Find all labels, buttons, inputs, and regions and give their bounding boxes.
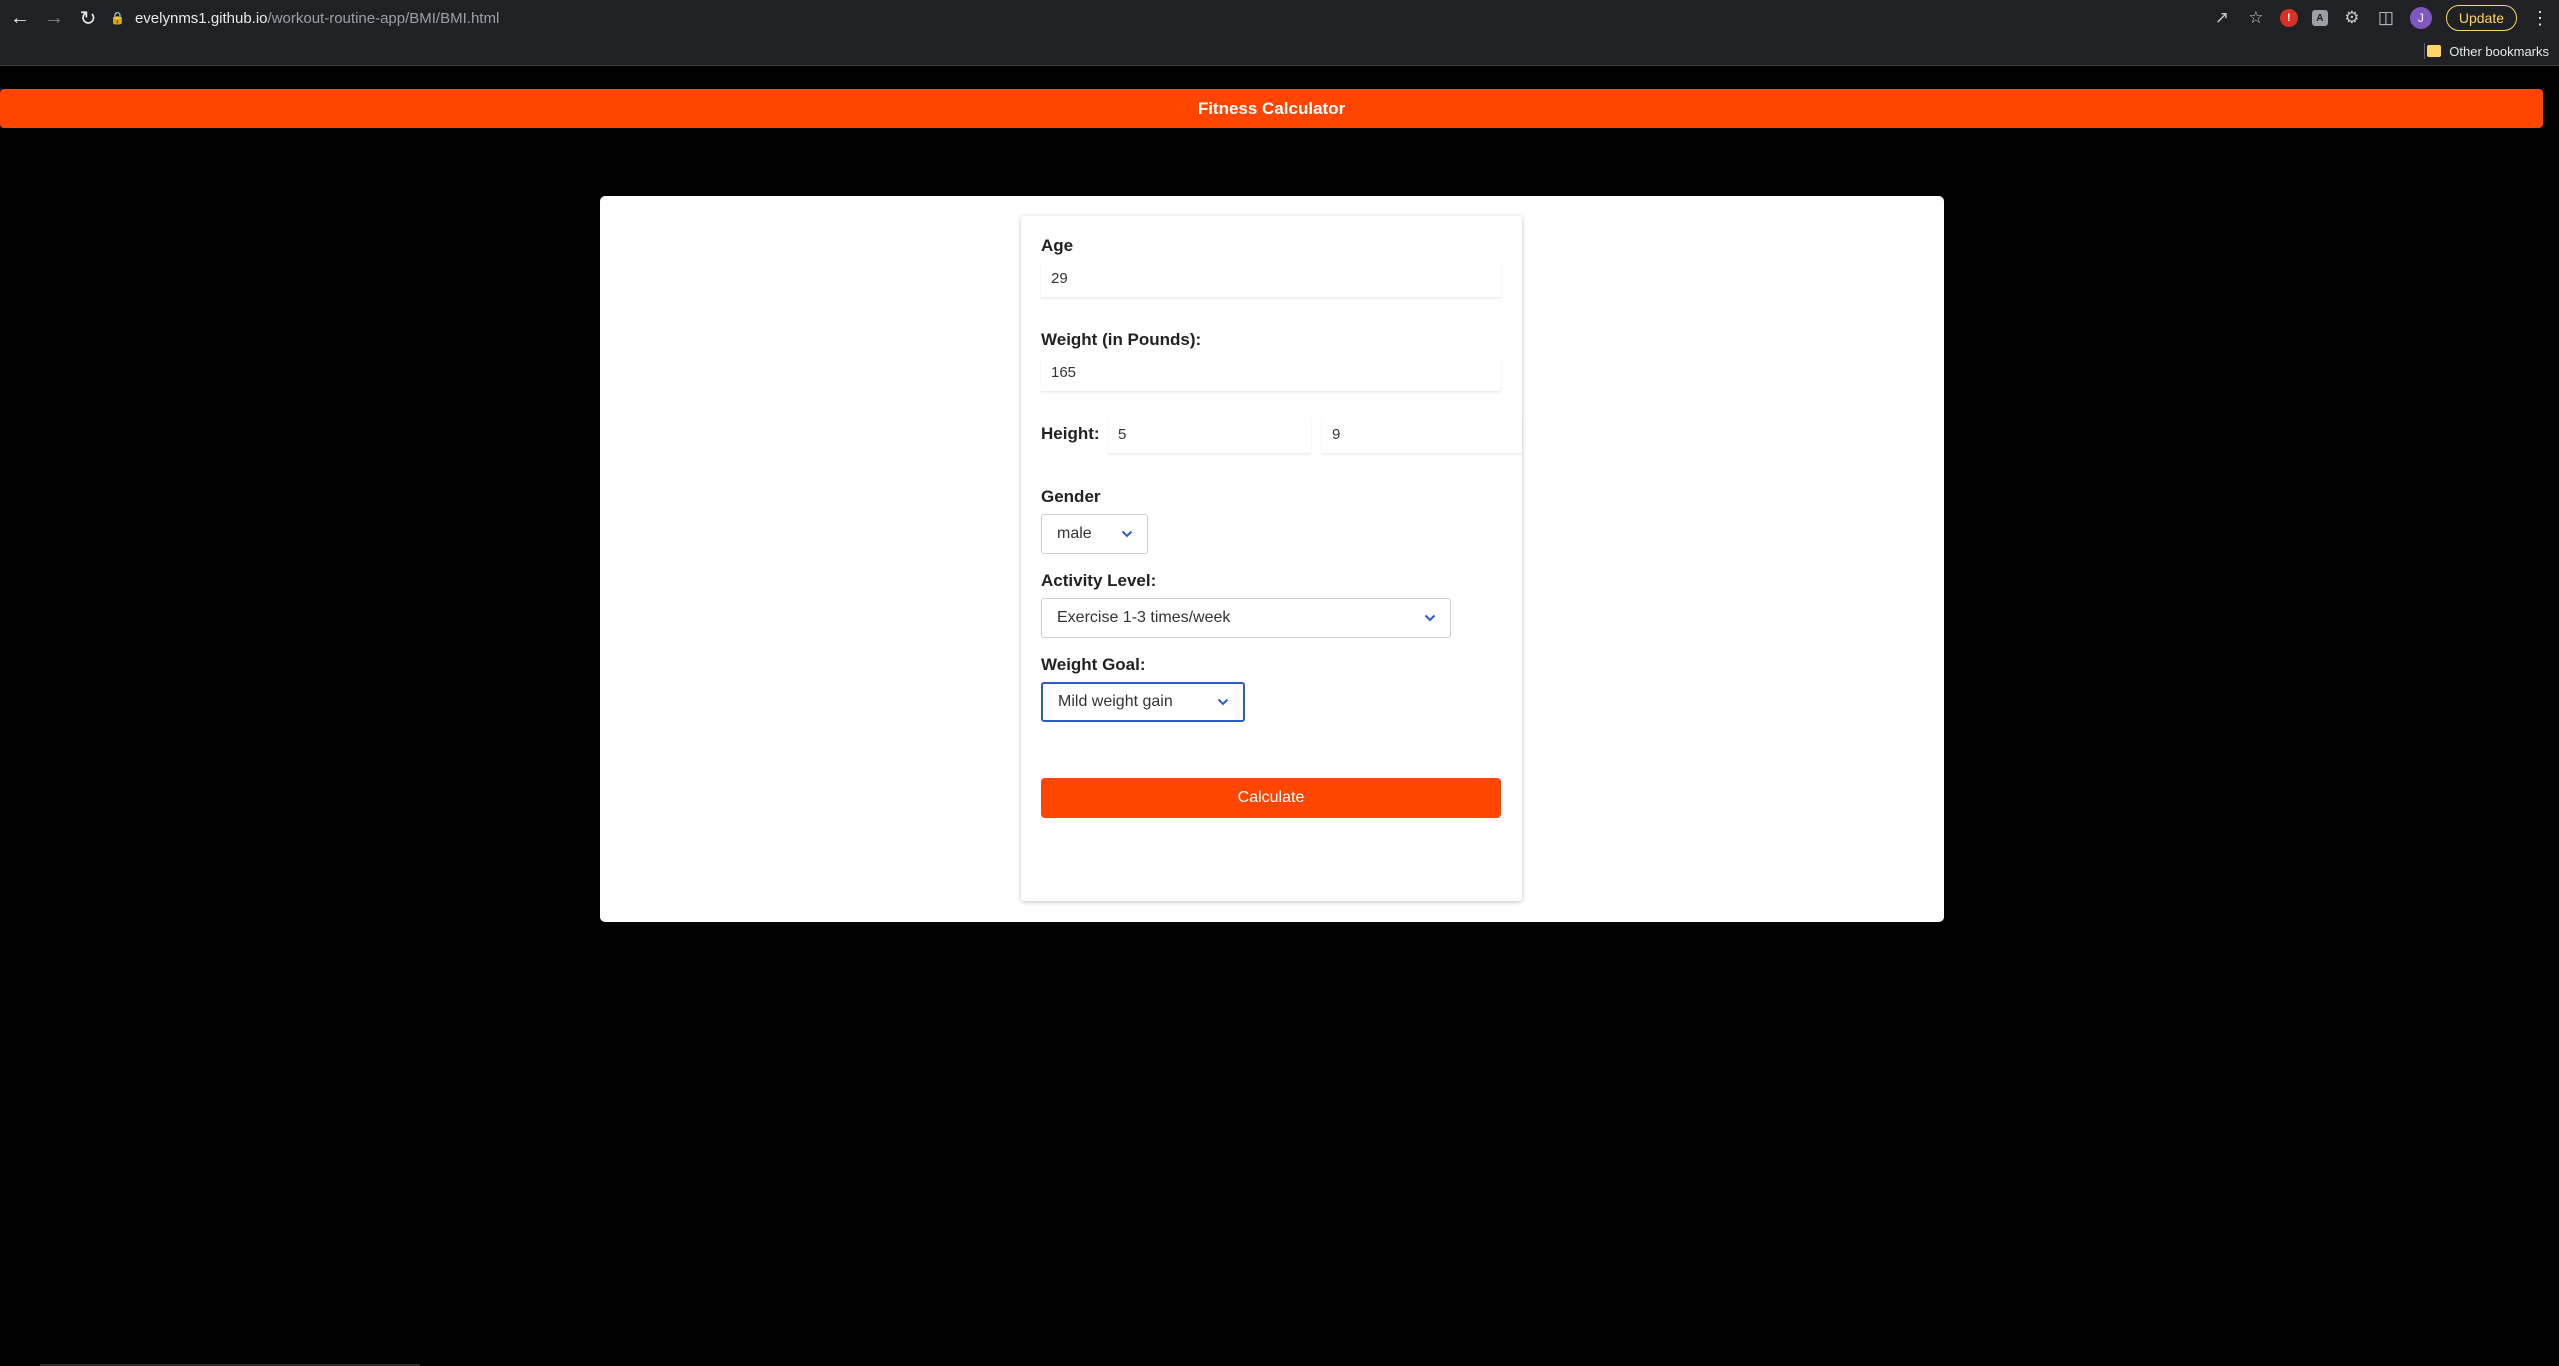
reload-icon[interactable]: ↻ xyxy=(74,4,102,32)
other-bookmarks-label: Other bookmarks xyxy=(2449,43,2549,59)
share-icon[interactable]: ↗ xyxy=(2212,8,2232,28)
chevron-down-icon xyxy=(1217,696,1229,708)
page-title: Fitness Calculator xyxy=(0,89,2543,128)
back-arrow-icon[interactable]: ← xyxy=(6,4,34,32)
gender-label: Gender xyxy=(1041,487,1101,506)
age-input[interactable]: 29 xyxy=(1041,260,1501,298)
folder-icon xyxy=(2427,45,2442,57)
gender-select-value: male xyxy=(1057,525,1092,542)
weight-goal-select-value: Mild weight gain xyxy=(1058,693,1173,710)
url-path: /workout-routine-app/BMI/BMI.html xyxy=(267,9,500,27)
activity-label: Activity Level: xyxy=(1041,571,1157,590)
browser-toolbar: ← → ↻ 🔒 evelynms1.github.io /workout-rou… xyxy=(0,0,2559,36)
more-menu-icon[interactable]: ⋮ xyxy=(2531,8,2549,29)
bookmarks-bar: Other bookmarks xyxy=(0,36,2559,66)
weight-goal-select[interactable]: Mild weight gain xyxy=(1041,682,1245,722)
age-label: Age xyxy=(1041,236,1074,255)
page-content: Fitness Calculator Age 29 Weight (in Pou… xyxy=(0,67,2559,1366)
lock-icon: 🔒 xyxy=(110,11,125,25)
calculate-button[interactable]: Calculate xyxy=(1041,778,1501,818)
browser-actions: ↗ ☆ ! A ⚙ ◫ J Update ⋮ xyxy=(2212,4,2549,32)
weight-label: Weight (in Pounds): xyxy=(1041,330,1202,349)
avatar[interactable]: J xyxy=(2409,7,2432,29)
chevron-down-icon xyxy=(1121,528,1133,540)
other-bookmarks[interactable]: Other bookmarks xyxy=(2427,41,2549,61)
weight-input[interactable]: 165 xyxy=(1041,354,1501,392)
puzzle-icon[interactable]: ⚙ xyxy=(2342,8,2362,28)
update-button[interactable]: Update xyxy=(2445,5,2517,31)
height-label: Height: xyxy=(1041,424,1100,443)
height-inches-input[interactable]: 9 xyxy=(1322,416,1522,454)
address-bar[interactable]: 🔒 evelynms1.github.io /workout-routine-a… xyxy=(110,3,2260,33)
url-host: evelynms1.github.io xyxy=(134,9,268,27)
activity-select[interactable]: Exercise 1-3 times/week xyxy=(1041,598,1451,638)
chevron-down-icon xyxy=(1424,612,1436,624)
extension-icon[interactable]: ! xyxy=(2279,9,2298,27)
gender-select[interactable]: male xyxy=(1041,514,1148,554)
height-feet-input[interactable]: 5 xyxy=(1108,416,1311,454)
bookmark-divider xyxy=(2424,43,2425,59)
calculator-form: Age 29 Weight (in Pounds): 165 Height: 5… xyxy=(1021,216,1522,901)
forward-arrow-icon[interactable]: → xyxy=(40,4,68,32)
activity-select-value: Exercise 1-3 times/week xyxy=(1057,609,1231,626)
content-panel: Age 29 Weight (in Pounds): 165 Height: 5… xyxy=(600,196,1944,922)
sidebar-icon[interactable]: ◫ xyxy=(2376,8,2396,28)
goal-label: Weight Goal: xyxy=(1041,655,1146,674)
star-icon[interactable]: ☆ xyxy=(2246,8,2266,28)
extension-icon[interactable]: A xyxy=(2311,10,2328,26)
